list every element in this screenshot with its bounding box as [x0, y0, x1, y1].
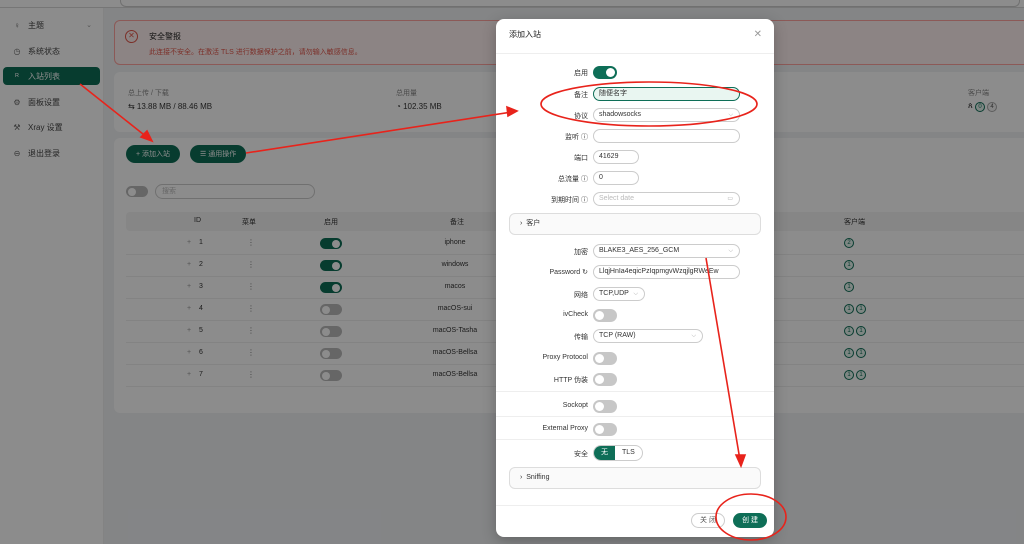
password-label: Password	[549, 269, 581, 276]
password-input[interactable]: LlqjHnIa4eqicPzIqpmgvWzqjlgRWeEw	[593, 265, 740, 279]
traffic-input[interactable]: 0	[593, 171, 639, 185]
remark-label: 备注	[574, 92, 588, 99]
proxy-protocol-label: Proxy Protocol	[542, 354, 588, 361]
security-segmented: 无 TLS	[593, 445, 643, 461]
ivcheck-label: ivCheck	[563, 311, 588, 318]
expire-label: 到期时间 ⓘ	[551, 197, 588, 204]
transport-value: TCP (RAW)	[599, 332, 636, 339]
port-label: 端口	[574, 155, 588, 162]
ivcheck-toggle[interactable]	[593, 309, 617, 322]
chevron-down-icon: ⌵	[691, 333, 696, 339]
divider	[496, 391, 774, 392]
modal-divider	[496, 53, 774, 54]
client-section-collapse[interactable]: › 客户	[509, 213, 761, 235]
cipher-label: 加密	[574, 249, 588, 256]
protocol-value: shadowsocks	[599, 111, 642, 118]
calendar-icon: ▭	[727, 196, 733, 202]
protocol-select[interactable]: shadowsocks ⌵	[593, 108, 740, 122]
traffic-label: 总流量 ⓘ	[558, 176, 588, 183]
expire-placeholder: Select date	[599, 195, 635, 202]
security-tls-option[interactable]: TLS	[615, 446, 642, 460]
client-section-label: 客户	[526, 220, 541, 227]
sockopt-label: Sockopt	[562, 402, 588, 409]
close-icon[interactable]: ✕	[754, 29, 762, 40]
protocol-label: 协议	[574, 113, 588, 120]
modal-title: 添加入站	[509, 30, 541, 39]
close-button[interactable]: 关 闭	[691, 513, 725, 528]
network-select[interactable]: TCP,UDP ⌵	[593, 287, 645, 301]
transport-label: 传输	[574, 334, 588, 341]
cipher-value: BLAKE3_AES_256_GCM	[599, 247, 680, 254]
divider	[496, 416, 774, 417]
network-label: 网络	[574, 292, 588, 299]
http-camouflage-label: HTTP 伪装	[553, 377, 588, 384]
enable-toggle[interactable]	[593, 66, 617, 79]
create-button[interactable]: 创 建	[733, 513, 767, 528]
listen-input[interactable]	[593, 129, 740, 143]
external-proxy-label: External Proxy	[542, 425, 588, 432]
expire-datepicker[interactable]: Select date ▭	[593, 192, 740, 206]
sniffing-section-collapse[interactable]: › Sniffing	[509, 467, 761, 489]
sniffing-section-label: Sniffing	[526, 474, 550, 481]
chevron-down-icon: ⌵	[633, 291, 638, 297]
remark-input[interactable]: 随便名字	[593, 87, 740, 101]
http-camouflage-toggle[interactable]	[593, 373, 617, 386]
refresh-icon[interactable]: ↻	[582, 269, 588, 276]
chevron-down-icon: ⌵	[728, 248, 733, 254]
security-label: 安全	[574, 451, 588, 458]
divider	[496, 439, 774, 440]
proxy-protocol-toggle[interactable]	[593, 352, 617, 365]
sockopt-toggle[interactable]	[593, 400, 617, 413]
listen-label: 监听 ⓘ	[565, 134, 588, 141]
chevron-down-icon: ⌵	[728, 112, 733, 118]
footer-divider	[496, 505, 774, 506]
transport-select[interactable]: TCP (RAW) ⌵	[593, 329, 703, 343]
port-input[interactable]: 41629	[593, 150, 639, 164]
network-value: TCP,UDP	[599, 290, 629, 297]
external-proxy-toggle[interactable]	[593, 423, 617, 436]
security-none-option[interactable]: 无	[594, 446, 615, 460]
enable-label: 启用	[574, 70, 588, 77]
cipher-select[interactable]: BLAKE3_AES_256_GCM ⌵	[593, 244, 740, 258]
add-inbound-modal: 添加入站 ✕ 启用 备注 随便名字 协议 shadowsocks ⌵ 监听 ⓘ 端…	[496, 19, 774, 537]
password-label-wrap: Password ↻	[549, 268, 588, 276]
